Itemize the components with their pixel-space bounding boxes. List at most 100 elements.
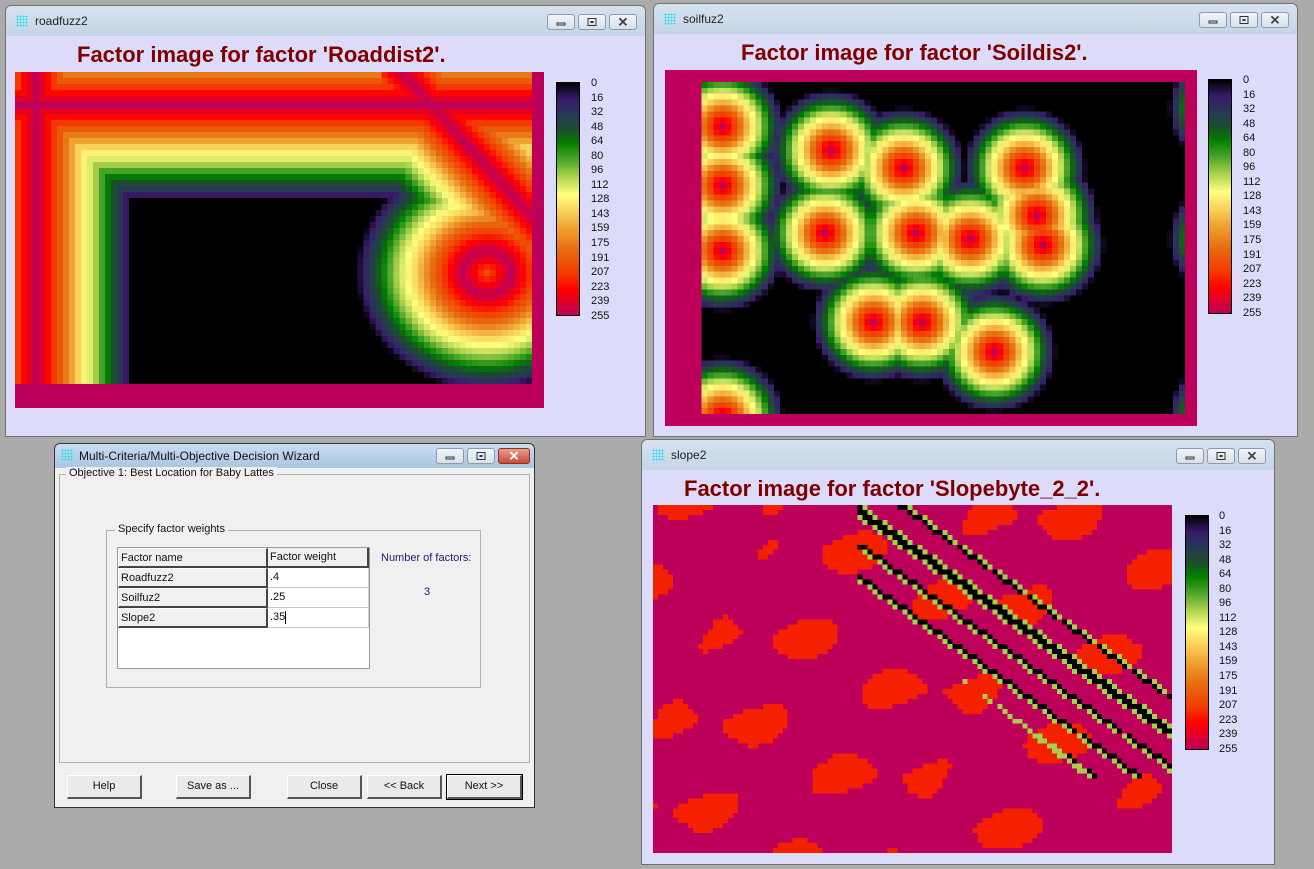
- legend-label: 143: [1219, 640, 1238, 653]
- maximize-button[interactable]: [578, 14, 606, 30]
- factor-weight-input[interactable]: .25: [268, 588, 369, 608]
- minimize-button[interactable]: [1176, 448, 1204, 464]
- table-row: Soilfuz2 .25: [118, 588, 369, 608]
- window-title: slope2: [671, 448, 707, 462]
- close-dialog-button[interactable]: Close: [287, 775, 362, 799]
- factor-weight-input[interactable]: .35: [268, 608, 369, 628]
- factor-weight-input[interactable]: .4: [268, 568, 369, 588]
- factor-weights-label: Specify factor weights: [115, 523, 228, 535]
- legend-label: 207: [1243, 263, 1262, 276]
- legend-label: 191: [591, 251, 610, 264]
- minimize-button[interactable]: [547, 14, 575, 30]
- legend-label: 0: [1243, 74, 1250, 86]
- close-button[interactable]: ✕: [498, 448, 530, 464]
- legend-label: 64: [1243, 132, 1256, 145]
- maximize-icon: [587, 18, 597, 26]
- number-of-factors-label: Number of factors:: [381, 552, 472, 564]
- legend-label: 239: [1219, 728, 1238, 741]
- maximize-button[interactable]: [1230, 12, 1258, 28]
- legend-label: 48: [1243, 117, 1256, 130]
- legend-label: 191: [1243, 248, 1262, 261]
- roadfuzz-titlebar[interactable]: roadfuzz2 ✕: [6, 6, 645, 36]
- table-row: Slope2 .35: [118, 608, 369, 628]
- factor-image-slopebyte: [653, 505, 1172, 853]
- legend-label: 207: [591, 266, 610, 279]
- legend-label: 16: [1219, 524, 1232, 537]
- legend-color-bar: [1208, 79, 1232, 314]
- maximize-icon: [1239, 16, 1249, 24]
- minimize-button[interactable]: [436, 448, 464, 464]
- app-icon: [664, 13, 676, 25]
- legend-label: 16: [591, 91, 604, 104]
- soilfuz-window: soilfuz2 ✕ Factor image for factor 'Soil…: [653, 3, 1298, 437]
- factor-title: Factor image for factor 'Slopebyte_2_2'.: [684, 476, 1101, 501]
- window-title: roadfuzz2: [35, 14, 88, 28]
- close-button[interactable]: ✕: [609, 14, 637, 30]
- legend-label: 96: [591, 164, 604, 177]
- minimize-icon: [1208, 20, 1218, 24]
- factor-title: Factor image for factor 'Roaddist2'.: [77, 42, 446, 67]
- legend-label: 159: [591, 222, 610, 235]
- legend-label: 96: [1243, 161, 1256, 174]
- close-button[interactable]: ✕: [1238, 448, 1266, 464]
- next-button[interactable]: Next >>: [446, 774, 523, 800]
- legend-label: 48: [1219, 553, 1232, 566]
- factor-name-cell: Soilfuz2: [118, 588, 268, 608]
- legend-label: 16: [1243, 88, 1256, 101]
- legend-label: 175: [591, 237, 610, 250]
- back-button[interactable]: << Back: [367, 775, 442, 799]
- legend-label: 255: [1219, 742, 1238, 755]
- legend-color-bar: [556, 82, 580, 316]
- legend-label: 128: [1243, 190, 1262, 203]
- legend-label: 48: [591, 120, 604, 133]
- close-button[interactable]: ✕: [1261, 12, 1289, 28]
- minimize-button[interactable]: [1199, 12, 1227, 28]
- maximize-icon: [1216, 452, 1226, 460]
- legend-label: 0: [591, 77, 598, 89]
- legend-labels: 0 16 32 48 64 80 96 112 128 143 159 175 191 207 223 239…: [1219, 509, 1237, 756]
- legend-label: 159: [1243, 219, 1262, 232]
- legend-label: 112: [1243, 175, 1261, 188]
- legend-label: 239: [1243, 292, 1262, 305]
- roadfuzz-window: roadfuzz2 ✕ Factor image for factor 'Roa…: [5, 5, 646, 437]
- legend-label: 64: [1219, 568, 1232, 581]
- soilfuz-titlebar[interactable]: soilfuz2 ✕: [654, 4, 1297, 34]
- factor-image-roaddist: [15, 72, 544, 408]
- legend-label: 96: [1219, 597, 1232, 610]
- close-icon: ✕: [1269, 12, 1281, 28]
- legend-color-bar: [1185, 515, 1209, 750]
- factor-name-cell: Roadfuzz2: [118, 568, 268, 588]
- legend-labels: 0 16 32 48 64 80 96 112 128 143 159 175 191 207 223 239…: [1243, 73, 1261, 320]
- legend-labels: 0 16 32 48 64 80 96 112 128 143 159 175 191 207 223 239…: [591, 76, 609, 323]
- legend-label: 239: [591, 295, 610, 308]
- slope-titlebar[interactable]: slope2 ✕: [642, 440, 1274, 470]
- legend-label: 175: [1219, 670, 1238, 683]
- help-button[interactable]: Help: [67, 775, 142, 799]
- legend-label: 80: [1243, 146, 1256, 159]
- objective-label: Objective 1: Best Location for Baby Latt…: [66, 467, 277, 479]
- close-icon: ✕: [508, 448, 520, 464]
- maximize-icon: [476, 452, 486, 460]
- legend-label: 191: [1219, 684, 1238, 697]
- legend-label: 80: [591, 149, 604, 162]
- maximize-button[interactable]: [467, 448, 495, 464]
- legend-label: 32: [591, 106, 604, 119]
- wizard-titlebar[interactable]: Multi-Criteria/Multi-Objective Decision …: [55, 444, 534, 468]
- factor-weight-value: .35: [270, 611, 286, 623]
- legend-label: 223: [1219, 713, 1238, 726]
- header-factor-weight[interactable]: Factor weight: [268, 548, 369, 568]
- close-icon: ✕: [617, 14, 629, 30]
- window-title: soilfuz2: [683, 12, 724, 26]
- legend-label: 255: [1243, 306, 1262, 319]
- save-as-button[interactable]: Save as ...: [176, 775, 251, 799]
- maximize-button[interactable]: [1207, 448, 1235, 464]
- legend-label: 128: [1219, 626, 1238, 639]
- app-icon: [16, 15, 28, 27]
- header-factor-name[interactable]: Factor name: [118, 548, 268, 568]
- legend-label: 143: [591, 207, 610, 220]
- minimize-icon: [1185, 456, 1195, 460]
- legend-label: 159: [1219, 655, 1238, 668]
- factor-title: Factor image for factor 'Soildis2'.: [741, 40, 1088, 65]
- legend-label: 80: [1219, 582, 1232, 595]
- legend-label: 64: [591, 135, 604, 148]
